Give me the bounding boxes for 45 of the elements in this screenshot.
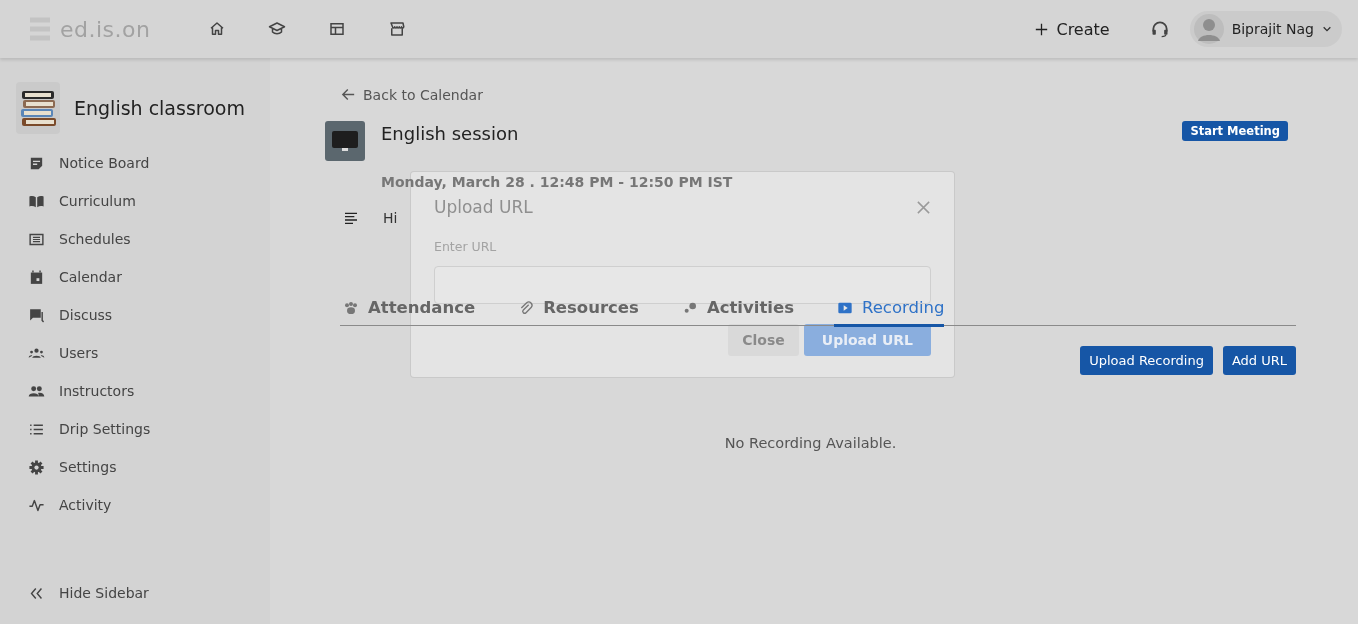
user-menu[interactable]: Biprajit Nag (1189, 11, 1342, 47)
user-name: Biprajit Nag (1231, 21, 1314, 37)
hide-sidebar-button[interactable]: Hide Sidebar (16, 574, 270, 612)
paperclip-icon (518, 300, 535, 316)
course-title: English classroom (74, 97, 245, 119)
play-icon (836, 300, 853, 316)
store-icon[interactable] (388, 20, 406, 38)
tab[interactable]: Resources (515, 300, 639, 325)
action-button[interactable]: Upload Recording (1080, 346, 1213, 375)
empty-message: No Recording Available. (723, 435, 898, 451)
sidebar-item[interactable]: Settings (16, 448, 270, 486)
sidebar-item[interactable]: Instructors (16, 372, 270, 410)
action-button[interactable]: Add URL (1222, 346, 1296, 375)
field-label: Enter URL (434, 239, 498, 254)
sidebar-item[interactable]: Activity (16, 486, 270, 524)
sidebar-item[interactable]: Calendar (16, 258, 270, 296)
arrow-left-icon (340, 86, 357, 103)
sidebar-item[interactable]: Schedules (16, 220, 270, 258)
sidebar-item[interactable]: Users (16, 334, 270, 372)
books-icon (19, 88, 57, 128)
avatar-icon (1193, 14, 1224, 44)
home-icon[interactable] (208, 20, 226, 38)
session-title: English session (381, 123, 519, 144)
session-description: Hi (383, 210, 398, 226)
modal-title: Upload URL (434, 197, 533, 217)
sidebar-item[interactable]: Curriculum (16, 182, 270, 220)
monitor-icon (331, 129, 359, 153)
sidebar-item[interactable]: Drip Settings (16, 410, 270, 448)
paw-icon (343, 300, 359, 316)
back-link[interactable]: Back to Calendar (340, 86, 483, 103)
dashboard-icon[interactable] (328, 20, 346, 38)
plus-icon (1035, 22, 1049, 36)
create-button[interactable]: Create (1035, 19, 1110, 39)
tab[interactable]: Activities (678, 300, 794, 325)
tab[interactable]: Attendance (340, 300, 476, 325)
sidebar-item[interactable]: Discuss (16, 296, 270, 334)
calendar-icon (28, 268, 45, 286)
text-align-icon (343, 210, 359, 226)
headset-icon[interactable] (1149, 19, 1170, 39)
chat-icon (28, 306, 45, 324)
start-meeting-button[interactable]: Start Meeting (1182, 121, 1288, 141)
settings-icon (28, 458, 45, 476)
chevron-down-icon (1322, 24, 1332, 34)
sidebar-item[interactable]: Notice Board (16, 144, 270, 182)
session-date: Monday, March 28 . 12:48 PM - 12:50 PM IST (381, 174, 734, 190)
